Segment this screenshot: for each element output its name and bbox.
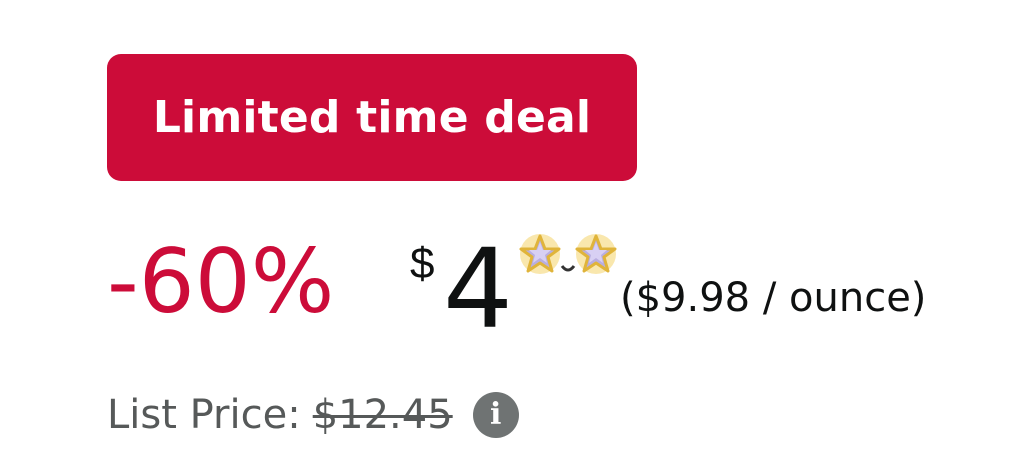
deal-badge-label: Limited time deal: [152, 92, 592, 143]
price-row: -60% $ 4 ($9.98 / ounce): [107, 220, 1007, 350]
star-sticker-overlay: [512, 230, 627, 290]
discount-percent: -60%: [107, 230, 335, 333]
price-whole: 4: [443, 225, 513, 353]
star-sticker-icon: [519, 234, 561, 274]
sticker-smile-mark: [560, 265, 576, 272]
list-price-label: List Price:: [107, 392, 301, 438]
price-per-unit: ($9.98 / ounce): [620, 275, 927, 321]
info-icon[interactable]: i: [472, 392, 519, 438]
list-price-value: $12.45: [312, 392, 453, 438]
limited-time-deal-badge: Limited time deal: [107, 54, 637, 181]
list-price-row: List Price: $12.45 i: [107, 390, 519, 440]
star-sticker-icon: [575, 234, 617, 274]
price-currency-symbol: $: [410, 239, 435, 288]
info-icon-glyph: i: [489, 397, 502, 432]
